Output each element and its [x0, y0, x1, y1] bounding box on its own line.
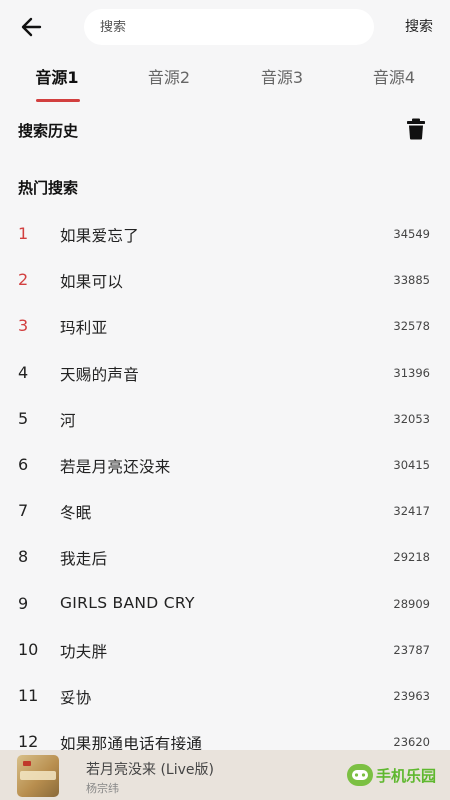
hot-search-item[interactable]: 2 如果可以 33885 [0, 258, 450, 304]
song-name: 如果爱忘了 [60, 227, 140, 245]
hot-search-item[interactable]: 8 我走后 29218 [0, 535, 450, 581]
search-count: 30415 [393, 457, 430, 472]
hot-search-title: 热门搜索 [18, 179, 79, 197]
hot-search-item[interactable]: 6 若是月亮还没来 30415 [0, 443, 450, 489]
rank-number: 4 [18, 362, 29, 382]
hot-search-item[interactable]: 7 冬眠 32417 [0, 489, 450, 535]
search-count: 34549 [393, 227, 430, 241]
song-name: 我走后 [60, 550, 108, 569]
rank-number: 2 [18, 270, 29, 290]
hot-search-item[interactable]: 4 天赐的声音 31396 [0, 351, 450, 397]
search-count: 32417 [393, 504, 430, 519]
arrow-left-icon [21, 17, 42, 37]
source-tabs: 音源1 音源2 音源3 音源4 [0, 54, 450, 104]
rank-number: 8 [18, 547, 29, 567]
cover-decoration [23, 761, 31, 766]
song-name: 若是月亮还没来 [60, 457, 171, 476]
hot-search-list: 1 如果爱忘了 34549 2 如果可以 33885 3 玛利亚 32578 4… [0, 212, 450, 766]
hot-search-item[interactable]: 11 妥协 23963 [0, 674, 450, 720]
rank-number: 3 [18, 316, 29, 336]
back-button[interactable] [18, 13, 46, 41]
search-count: 32053 [393, 411, 430, 426]
tab-source-2[interactable]: 音源2 [124, 64, 214, 88]
search-count: 23963 [393, 688, 430, 703]
song-name: 玛利亚 [60, 319, 108, 338]
search-history-title: 搜索历史 [18, 122, 79, 140]
rank-number: 10 [18, 639, 39, 659]
now-playing-artist: 杨宗纬 [86, 782, 119, 795]
song-name: 河 [60, 411, 76, 430]
rank-number: 1 [18, 224, 29, 243]
search-button[interactable]: 搜索 [405, 16, 433, 36]
app-root: 搜索 音源1 音源2 音源3 音源4 搜索历史 热门搜索 1 如果爱忘了 345… [0, 0, 450, 800]
hot-search-item[interactable]: 9 GIRLS BAND CRY 28909 [0, 582, 450, 628]
tab-source-4[interactable]: 音源4 [349, 64, 439, 88]
search-count: 28909 [393, 596, 430, 611]
song-name: 功夫胖 [60, 642, 108, 661]
hot-search-item[interactable]: 5 河 32053 [0, 397, 450, 443]
rank-number: 11 [18, 685, 39, 705]
active-tab-indicator [36, 99, 80, 102]
search-input[interactable] [100, 19, 374, 35]
song-name: 冬眠 [60, 504, 92, 523]
mini-player[interactable]: 若月亮没来 (Live版) 杨宗纬 手机乐园 [0, 750, 450, 800]
search-count: 29218 [393, 550, 430, 565]
album-cover[interactable] [17, 755, 59, 797]
search-count: 23787 [393, 642, 430, 657]
hot-search-item[interactable]: 1 如果爱忘了 34549 [0, 212, 450, 258]
rank-number: 9 [18, 593, 29, 613]
watermark-text: 手机乐园 [375, 766, 436, 785]
trash-icon [407, 118, 425, 140]
rank-number: 7 [18, 501, 29, 521]
now-playing-title: 若月亮没来 (Live版) [86, 762, 214, 778]
tab-source-1[interactable]: 音源1 [12, 64, 102, 88]
song-name: 妥协 [60, 688, 92, 707]
watermark-icon [346, 764, 373, 786]
top-bar: 搜索 [0, 0, 450, 54]
search-count: 32578 [393, 319, 430, 334]
hot-search-item[interactable]: 3 玛利亚 32578 [0, 304, 450, 350]
search-count: 31396 [393, 365, 430, 380]
song-name: GIRLS BAND CRY [60, 593, 195, 612]
hot-search-item[interactable]: 10 功夫胖 23787 [0, 628, 450, 674]
search-count: 23620 [393, 735, 430, 750]
rank-number: 5 [18, 408, 29, 428]
song-name: 如果可以 [60, 273, 124, 292]
clear-history-button[interactable] [406, 118, 426, 140]
song-name: 天赐的声音 [60, 365, 140, 384]
gamepad-icon [351, 770, 368, 780]
watermark-logo: 手机乐园 [346, 760, 436, 790]
search-box[interactable] [84, 9, 374, 45]
rank-number: 6 [18, 454, 29, 474]
tab-source-3[interactable]: 音源3 [237, 64, 327, 88]
cover-decoration [20, 771, 56, 780]
search-count: 33885 [393, 273, 430, 288]
rank-number: 12 [18, 732, 39, 752]
